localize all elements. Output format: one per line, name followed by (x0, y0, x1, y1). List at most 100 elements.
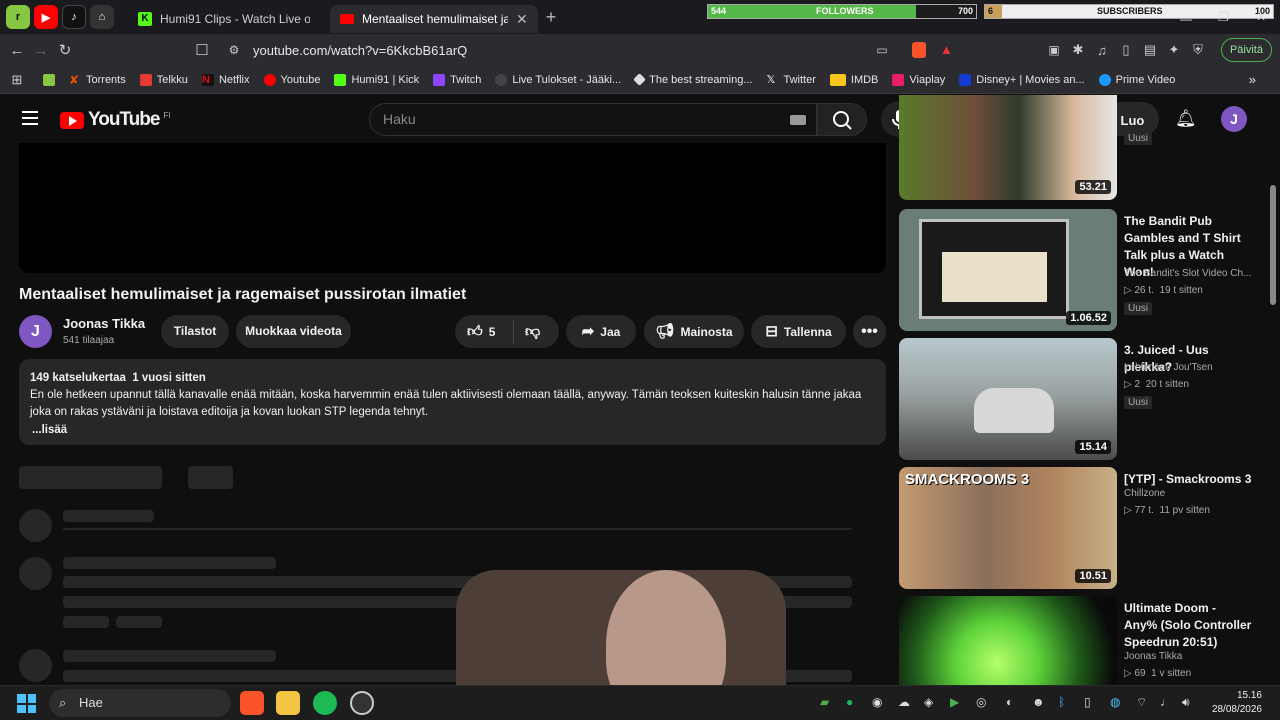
promote-button[interactable]: 📢︎ Mainosta (644, 315, 744, 348)
video-thumbnail[interactable]: SMACKROOMS 3 10.51 (899, 467, 1117, 589)
recommended-video[interactable]: Ultimate Doom - Any% (Solo Controller Sp… (899, 596, 1259, 685)
leo-icon[interactable]: ✦ (1162, 42, 1186, 58)
channel-name[interactable]: Joonas Tikka (1124, 651, 1252, 662)
bluetooth-icon[interactable]: ᛒ (1058, 695, 1065, 709)
search-button[interactable] (817, 103, 867, 136)
close-tab-icon[interactable]: ✕ (516, 11, 528, 28)
forward-icon[interactable]: → (29, 42, 53, 59)
bookmark-youtube[interactable]: Youtube (263, 73, 320, 86)
wifi-icon[interactable]: ⌔ (1136, 695, 1147, 710)
bookmark-streaming[interactable]: The best streaming... (633, 73, 752, 86)
discord-icon[interactable]: ◉ (872, 695, 882, 709)
bookmark-kick[interactable]: Humi91 | Kick (334, 73, 419, 86)
back-icon[interactable]: ← (5, 42, 29, 59)
bookmark-imdb[interactable]: IMDB (829, 73, 878, 86)
bookmark-twitch[interactable]: Twitch (433, 73, 481, 86)
channel-name[interactable]: Lehtimäen Jou'Tsen (1124, 362, 1252, 373)
bookmark-netflix[interactable]: N Netflix (201, 73, 250, 86)
youtube-logo[interactable]: YouTube FI (60, 109, 171, 131)
recommended-video[interactable]: 1.06.52 The Bandit Pub Gambles and T Shi… (899, 209, 1259, 333)
video-thumbnail[interactable] (899, 596, 1117, 685)
file-explorer-icon[interactable] (276, 691, 300, 715)
youtube-icon[interactable]: ▶ (34, 5, 58, 29)
bookmark-twitter[interactable]: 𝕏 Twitter (766, 74, 815, 86)
bookmark-prime[interactable]: Prime Video (1098, 73, 1175, 86)
obs-icon[interactable] (350, 691, 374, 715)
new-tab-button[interactable]: + (546, 7, 557, 28)
brave-browser-icon[interactable] (240, 691, 264, 715)
channel-name[interactable]: Chillzone (1124, 488, 1252, 499)
tiktok-icon[interactable]: ♪ (62, 5, 86, 29)
tab-youtube-active[interactable]: Mentaaliset hemulimaiset ja rage ✕ (330, 5, 538, 33)
play-tray-icon[interactable]: ▶ (950, 695, 959, 709)
recommended-video[interactable]: 53.21 Uusi (899, 95, 1259, 202)
share-button[interactable]: ➦ Jaa (566, 315, 636, 348)
video-title[interactable]: Ultimate Doom - Any% (Solo Controller Sp… (1124, 600, 1252, 651)
tray-app-icon[interactable]: ◈ (924, 695, 933, 709)
stats-button[interactable]: Tilastot (161, 315, 229, 348)
bookmark-torrents[interactable]: ✘ Torrents (69, 74, 126, 86)
menu-icon[interactable] (22, 111, 38, 125)
rumble-icon[interactable]: r (6, 5, 30, 29)
brave-rewards-icon[interactable]: ▲ (940, 42, 953, 57)
url-field[interactable]: youtube.com/watch?v=6KkcbB61arQ (253, 43, 467, 58)
bookmark-icon[interactable]: ☐ (190, 41, 214, 59)
vpn-icon[interactable]: ⛨ (1186, 42, 1210, 58)
taskbar-search[interactable]: ⌕ Hae (49, 689, 231, 717)
recommended-video[interactable]: 15.14 3. Juiced - Uus pleikka? Lehtimäen… (899, 338, 1259, 462)
bookmark-viaplay[interactable]: Viaplay (892, 73, 945, 86)
more-bookmarks-icon[interactable]: » (1249, 72, 1256, 87)
minimize-icon[interactable]: — (1180, 12, 1192, 26)
edge-icon[interactable]: ◍ (1110, 695, 1120, 709)
keyboard-icon[interactable] (790, 115, 806, 125)
media-icon[interactable]: ♫ (1090, 43, 1114, 58)
cast-icon[interactable]: ▭ (870, 43, 894, 57)
sidebar-icon[interactable]: ▯ (1114, 42, 1138, 58)
volume-icon[interactable]: 🔊︎ (1182, 695, 1190, 710)
video-thumbnail[interactable]: 15.14 (899, 338, 1117, 460)
apps-grid-icon[interactable]: ⊞ (5, 72, 29, 88)
system-clock[interactable]: 15.16 28/08/2026 (1212, 689, 1262, 717)
tray-app-icon[interactable]: ◐ (1006, 695, 1013, 709)
extensions-icon[interactable]: ✱ (1066, 42, 1090, 58)
brave-shields-icon[interactable] (912, 42, 926, 58)
windows-start-icon[interactable] (17, 694, 36, 713)
page-scrollbar[interactable] (1269, 95, 1277, 685)
scrollbar-thumb[interactable] (1270, 185, 1276, 305)
channel-name[interactable]: Joonas Tikka (63, 316, 145, 331)
maximize-icon[interactable]: ❐ (1218, 10, 1229, 24)
bookmark-rumble[interactable] (43, 73, 55, 86)
edit-video-button[interactable]: Muokkaa videota (236, 315, 351, 348)
description-box[interactable]: 149 katselukertaa 1 vuosi sitten En ole … (19, 359, 886, 445)
update-button[interactable]: Päivitä (1220, 38, 1272, 62)
channel-name[interactable]: The Bandit's Slot Video Ch... (1124, 268, 1252, 279)
channel-avatar[interactable]: J (19, 315, 52, 348)
close-window-icon[interactable]: ✕ (1256, 10, 1266, 24)
like-button[interactable]: 👍︎ 5 (467, 315, 495, 349)
save-button[interactable]: ⊟ Tallenna (751, 315, 846, 348)
bookmark-disney[interactable]: Disney+ | Movies an... (959, 73, 1085, 86)
wallet-icon[interactable]: ▤ (1138, 42, 1162, 58)
tray-app-icon[interactable]: ☻ (1032, 695, 1045, 709)
microphone-tray-icon[interactable]: ♩ (1160, 695, 1172, 709)
cloud-icon[interactable]: ☁ (898, 695, 910, 709)
spotify-icon[interactable] (313, 691, 337, 715)
video-title[interactable]: [YTP] - Smackrooms 3 (1124, 471, 1252, 488)
bookmark-flashscore[interactable]: Live Tulokset - Jääki... (495, 73, 621, 86)
tab-kick[interactable]: K Humi91 Clips - Watch Live on Kick (128, 5, 320, 33)
bookmark-telkku[interactable]: Telkku (139, 73, 188, 86)
nvidia-icon[interactable]: ▰ (820, 695, 829, 709)
recommended-video[interactable]: SMACKROOMS 3 10.51 [YTP] - Smackrooms 3 … (899, 467, 1259, 591)
site-info-icon[interactable]: ⚙ (222, 43, 246, 57)
show-more-link[interactable]: ...lisää (30, 422, 875, 439)
tray-app-icon[interactable]: ▯ (1084, 695, 1091, 709)
video-thumbnail[interactable]: 53.21 (899, 95, 1117, 200)
video-player[interactable] (19, 143, 886, 273)
video-thumbnail[interactable]: 1.06.52 (899, 209, 1117, 331)
search-input[interactable]: Haku (369, 103, 817, 136)
more-actions-button[interactable]: ••• (853, 315, 886, 348)
shop-icon[interactable]: ⌂ (90, 5, 114, 29)
dislike-button[interactable]: 👎︎ (525, 315, 546, 349)
reload-icon[interactable]: ↻ (53, 41, 77, 59)
screenshot-icon[interactable]: ▣ (1042, 43, 1066, 57)
